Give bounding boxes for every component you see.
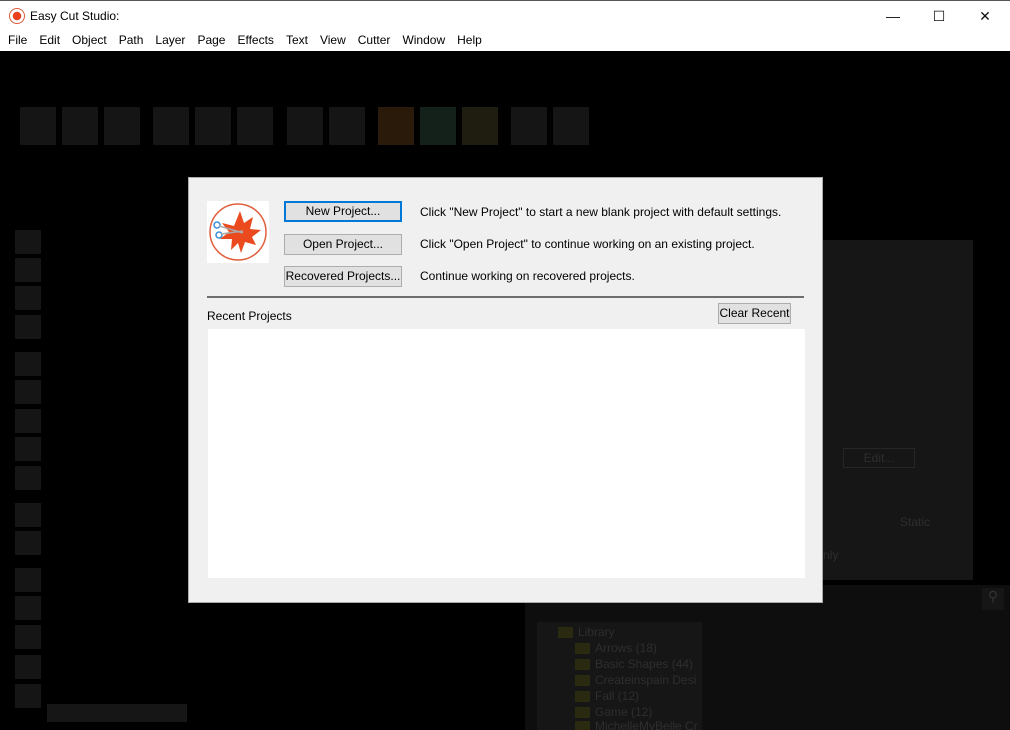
- menu-path[interactable]: Path: [113, 30, 150, 51]
- static-label: Static: [900, 515, 931, 529]
- knife-tool[interactable]: [15, 568, 41, 592]
- pencil-tool[interactable]: [15, 380, 41, 404]
- menu-text[interactable]: Text: [280, 30, 314, 51]
- node-select-tool[interactable]: [15, 286, 41, 310]
- tree-item[interactable]: Fall (12): [575, 689, 639, 703]
- folder-icon: [558, 626, 573, 638]
- tree-root-library[interactable]: Library: [558, 625, 615, 639]
- recovered-projects-description: Continue working on recovered projects.: [420, 269, 635, 283]
- new-project-button[interactable]: New Project...: [284, 201, 402, 222]
- paste-tool[interactable]: [237, 107, 273, 145]
- tree-item[interactable]: Createinspain Desi: [575, 673, 696, 687]
- distort-tool[interactable]: [15, 596, 41, 620]
- weld-tool[interactable]: [15, 625, 41, 649]
- menu-bar: File Edit Object Path Layer Page Effects…: [0, 30, 1010, 51]
- folder-icon: [575, 642, 590, 654]
- pen-tool[interactable]: [15, 352, 41, 376]
- select-tool[interactable]: [15, 230, 41, 254]
- edit-button[interactable]: Edit...: [843, 448, 915, 468]
- brush-tool[interactable]: [15, 409, 41, 433]
- undo-tool[interactable]: [287, 107, 323, 145]
- start-dialog: New Project... Click "New Project" to st…: [188, 177, 823, 603]
- tree-label: Game (12): [595, 705, 653, 719]
- eyedropper-tool[interactable]: [15, 503, 41, 527]
- menu-edit[interactable]: Edit: [33, 30, 66, 51]
- recovered-projects-button[interactable]: Recovered Projects...: [284, 266, 402, 287]
- open-tool[interactable]: [62, 107, 98, 145]
- tree-item[interactable]: Basic Shapes (44): [575, 657, 693, 671]
- save-tool[interactable]: [104, 107, 140, 145]
- rectangle-tool[interactable]: [15, 466, 41, 490]
- tree-item[interactable]: Game (12): [575, 705, 652, 719]
- new-project-description: Click "New Project" to start a new blank…: [420, 205, 782, 219]
- maximize-button[interactable]: ☐: [916, 1, 962, 31]
- app-logo: [207, 201, 269, 263]
- tree-label: Library: [578, 625, 615, 639]
- shapes-star-tool[interactable]: [462, 107, 498, 145]
- tree-label: Arrows (18): [595, 641, 658, 655]
- new-file-tool[interactable]: [20, 107, 56, 145]
- image-tool[interactable]: [420, 107, 456, 145]
- tree-label: Basic Shapes (44): [595, 657, 694, 671]
- svg-import-tool[interactable]: [378, 107, 414, 145]
- ruler-tool[interactable]: [15, 684, 41, 708]
- text-tool[interactable]: [15, 315, 41, 339]
- cut-tool[interactable]: [153, 107, 189, 145]
- open-project-button[interactable]: Open Project...: [284, 234, 402, 255]
- folder-icon: [575, 690, 590, 702]
- zoom-canvas-tool[interactable]: [15, 655, 41, 679]
- folder-icon: [575, 706, 590, 718]
- eraser-tool[interactable]: [15, 437, 41, 461]
- menu-window[interactable]: Window: [396, 30, 451, 51]
- divider: [207, 296, 804, 298]
- menu-cutter[interactable]: Cutter: [352, 30, 397, 51]
- menu-file[interactable]: File: [2, 30, 33, 51]
- menu-effects[interactable]: Effects: [231, 30, 279, 51]
- redo-tool[interactable]: [329, 107, 365, 145]
- menu-object[interactable]: Object: [66, 30, 113, 51]
- menu-help[interactable]: Help: [451, 30, 488, 51]
- horizontal-scrollbar[interactable]: [47, 704, 187, 722]
- open-project-description: Click "Open Project" to continue working…: [420, 237, 755, 251]
- recent-projects-list[interactable]: [208, 329, 805, 578]
- frame-tool[interactable]: [15, 531, 41, 555]
- menu-view[interactable]: View: [314, 30, 352, 51]
- recent-projects-label: Recent Projects: [207, 309, 292, 323]
- menu-page[interactable]: Page: [191, 30, 231, 51]
- app-logo-icon: [9, 8, 25, 24]
- folder-icon: [575, 674, 590, 686]
- copy-tool[interactable]: [195, 107, 231, 145]
- tree-item[interactable]: MichelleMyBelle Cr: [575, 721, 698, 730]
- minimize-button[interactable]: —: [870, 1, 916, 31]
- only-label: nly: [823, 548, 839, 562]
- tree-label: Createinspain Desi: [595, 673, 697, 687]
- search-icon[interactable]: ⚲: [982, 588, 1004, 610]
- tree-label: Fall (12): [595, 689, 640, 703]
- lasso-tool[interactable]: [15, 258, 41, 282]
- tree-label: MichelleMyBelle Cr: [595, 721, 698, 730]
- title-bar: Easy Cut Studio: — ☐ ✕: [0, 0, 1010, 30]
- menu-layer[interactable]: Layer: [149, 30, 191, 51]
- properties-panel: Edit... Static nly: [823, 240, 973, 580]
- window-title: Easy Cut Studio:: [30, 9, 120, 23]
- clear-recent-button[interactable]: Clear Recent: [718, 303, 791, 324]
- folder-icon: [575, 721, 590, 730]
- folder-icon: [575, 658, 590, 670]
- tree-item[interactable]: Arrows (18): [575, 641, 657, 655]
- edit-pen-tool[interactable]: [553, 107, 589, 145]
- zoom-tool[interactable]: [511, 107, 547, 145]
- close-button[interactable]: ✕: [962, 1, 1008, 31]
